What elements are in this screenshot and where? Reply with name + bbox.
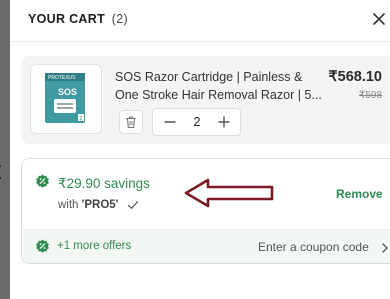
- cart-item: PROTEXUS SOS 2 SOS Razor Cartridge | Pai…: [21, 56, 390, 144]
- discount-badge-icon: [35, 239, 50, 254]
- quantity-value[interactable]: 2: [183, 115, 211, 129]
- minus-icon[interactable]: [157, 109, 183, 135]
- cart-header: YOUR CART (2): [10, 0, 390, 42]
- check-icon: [127, 200, 139, 213]
- thumb-brand: PROTEXUS: [48, 75, 76, 81]
- offers-bar: +1 more offers Enter a coupon code: [23, 229, 390, 263]
- cart-title-label: YOUR CART: [28, 12, 106, 26]
- quantity-stepper: 2: [152, 108, 241, 136]
- product-mrp: ₹598: [358, 90, 382, 101]
- applied-coupon-line: with 'PRO5': [58, 199, 139, 213]
- thumb-label: SOS: [58, 87, 77, 97]
- page-backdrop[interactable]: t: [0, 0, 10, 299]
- remove-coupon-button[interactable]: Remove: [336, 187, 383, 201]
- with-label: with: [58, 199, 79, 211]
- cart-count: (2): [111, 12, 128, 26]
- cart-drawer: YOUR CART (2) PROTEXUS SOS 2 SOS Razor C…: [10, 0, 390, 299]
- backdrop-partial-text: t: [0, 150, 1, 190]
- product-name[interactable]: SOS Razor Cartridge | Painless & One Str…: [115, 68, 327, 104]
- enter-coupon-link[interactable]: Enter a coupon code: [258, 240, 369, 254]
- product-thumbnail[interactable]: PROTEXUS SOS 2: [30, 64, 102, 134]
- applied-offer-card: ₹29.90 savings with 'PRO5' Remove +1 mor…: [21, 158, 390, 264]
- more-offers-link[interactable]: +1 more offers: [57, 240, 131, 252]
- plus-icon[interactable]: [211, 109, 237, 135]
- discount-badge-icon: [35, 174, 50, 189]
- annotation-arrow-icon: [184, 177, 276, 209]
- close-icon[interactable]: [370, 10, 388, 28]
- trash-icon[interactable]: [119, 110, 143, 134]
- coupon-code: 'PRO5': [81, 199, 119, 211]
- cart-title: YOUR CART (2): [28, 12, 128, 26]
- product-price: ₹568.10: [328, 69, 382, 85]
- thumb-count: 2: [80, 116, 83, 122]
- savings-amount: ₹29.90 savings: [58, 176, 150, 191]
- chevron-right-icon[interactable]: [380, 241, 390, 253]
